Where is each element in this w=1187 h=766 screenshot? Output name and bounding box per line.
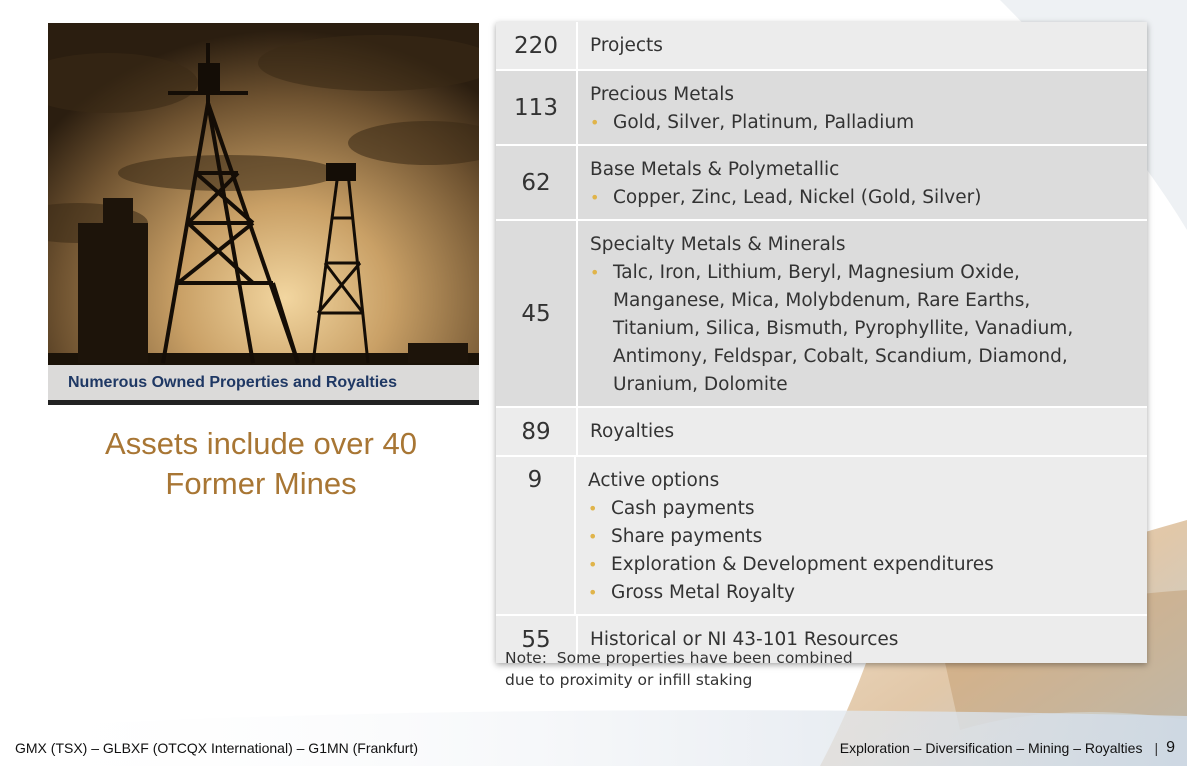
stat-bullet-list: Cash payments Share payments Exploration… <box>588 495 1135 607</box>
stat-value: 220 <box>496 22 578 69</box>
headline: Assets include over 40 Former Mines <box>48 424 474 504</box>
stats-row-base-metals: 62 Base Metals & Polymetallic Copper, Zi… <box>496 146 1147 221</box>
stat-bullet: Copper, Zinc, Lead, Nickel (Gold, Silver… <box>590 184 1135 212</box>
stat-bullet: Cash payments <box>588 495 1135 523</box>
stat-description: Specialty Metals & Minerals Talc, Iron, … <box>578 221 1147 406</box>
headline-line-1: Assets include over 40 <box>105 426 417 461</box>
stat-bullet-list: Talc, Iron, Lithium, Beryl, Magnesium Ox… <box>590 259 1135 399</box>
footer-separator: | <box>1154 740 1159 756</box>
stat-value: 62 <box>496 146 578 219</box>
stat-value: 45 <box>496 221 578 406</box>
stats-row-active-options: 9 Active options Cash payments Share pay… <box>496 457 1147 616</box>
stat-description: Active options Cash payments Share payme… <box>576 457 1147 614</box>
stat-title: Precious Metals <box>590 84 734 105</box>
stat-value: 113 <box>496 71 578 144</box>
stat-description: Base Metals & Polymetallic Copper, Zinc,… <box>578 146 1147 219</box>
stat-value: 89 <box>496 408 578 455</box>
footnote-line-2: due to proximity or infill staking <box>505 671 753 689</box>
mine-headframe-image <box>48 23 479 405</box>
footer-tickers: GMX (TSX) – GLBXF (OTCQX International) … <box>15 740 418 756</box>
stat-bullet-list: Copper, Zinc, Lead, Nickel (Gold, Silver… <box>590 184 1135 212</box>
stat-title: Projects <box>590 34 663 56</box>
stat-bullet: Exploration & Development expenditures <box>588 551 1135 579</box>
stat-bullet-list: Gold, Silver, Platinum, Palladium <box>590 109 1135 137</box>
footer-right: Exploration – Diversification – Mining –… <box>840 739 1175 757</box>
stat-value: 9 <box>496 457 576 614</box>
stat-bullet: Talc, Iron, Lithium, Beryl, Magnesium Ox… <box>590 259 1135 399</box>
footnote: Note: Some properties have been combined… <box>505 647 905 691</box>
stat-bullet: Gold, Silver, Platinum, Palladium <box>590 109 1135 137</box>
stat-title: Active options <box>588 470 720 491</box>
stats-row-projects: 220 Projects <box>496 22 1147 71</box>
headline-line-2: Former Mines <box>165 466 357 501</box>
stat-bullet: Gross Metal Royalty <box>588 579 1135 607</box>
stat-description: Precious Metals Gold, Silver, Platinum, … <box>578 71 1147 144</box>
mine-headframe-photo: Numerous Owned Properties and Royalties <box>48 23 479 405</box>
stats-table: 220 Projects 113 Precious Metals Gold, S… <box>496 22 1147 663</box>
stat-bullet: Share payments <box>588 523 1135 551</box>
stats-row-specialty-metals: 45 Specialty Metals & Minerals Talc, Iro… <box>496 221 1147 408</box>
stats-row-royalties: 89 Royalties <box>496 408 1147 457</box>
footnote-line-1: Note: Some properties have been combined <box>505 649 853 667</box>
stat-title: Royalties <box>590 420 675 442</box>
stat-title: Specialty Metals & Minerals <box>590 234 846 255</box>
stat-description: Projects <box>578 22 1147 69</box>
stats-row-precious-metals: 113 Precious Metals Gold, Silver, Platin… <box>496 71 1147 146</box>
photo-caption: Numerous Owned Properties and Royalties <box>48 365 479 400</box>
footer-tagline: Exploration – Diversification – Mining –… <box>839 740 1143 756</box>
photo-bottom-bar <box>48 400 479 405</box>
stat-description: Royalties <box>578 408 1147 455</box>
page-number: 9 <box>1166 739 1175 756</box>
stat-title: Base Metals & Polymetallic <box>590 159 840 180</box>
